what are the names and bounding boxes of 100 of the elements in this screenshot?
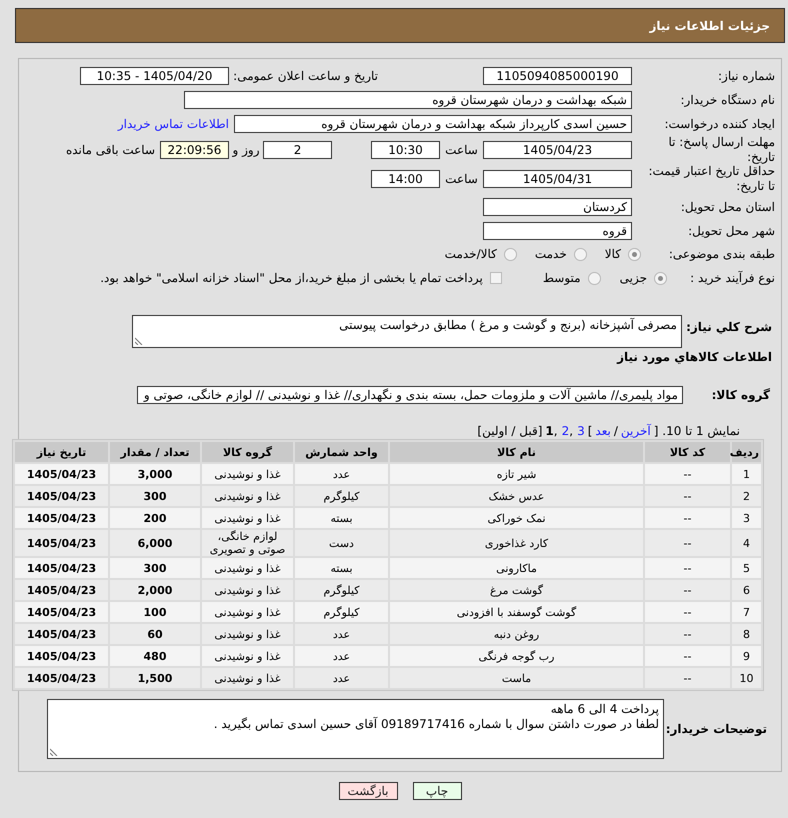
table-cell: غذا و نوشیدنی [202,486,293,506]
table-cell: 1 [732,464,761,484]
province-field[interactable]: کردستان [483,198,632,216]
deadline-time-field[interactable]: 10:30 [371,141,440,159]
page-link[interactable]: 2 [562,424,570,438]
remaining-time-field[interactable]: 22:09:56 [160,141,229,159]
field-label: نوع فرآیند خرید : [689,270,775,286]
table-cell: 100 [110,602,200,622]
table-cell: نمک خوراکی [390,508,643,528]
column-header: تعداد / مقدار [110,442,200,462]
table-cell: 3 [732,508,761,528]
pagination-text: , [569,424,574,438]
table-cell: 1,500 [110,668,200,688]
resize-grip-icon[interactable] [135,337,143,345]
goods-group-field[interactable]: مواد پلیمری// ماشین آلات و ملزومات حمل، بسته بندی و نگهداری// غذا و نوشیدنی // لوازم خانگی، صوتی و [137,386,683,404]
table-cell: -- [645,558,730,578]
validity-time-field[interactable]: 14:00 [371,170,440,188]
field-label: ساعت [444,172,479,186]
table-cell: 1405/04/23 [15,530,108,556]
checkbox-option[interactable]: پرداخت تمام یا بخشی از مبلغ خرید،از محل "اسناد خزانه اسلامی" خواهد بود. [100,271,502,285]
city-field[interactable]: قروه [483,222,632,240]
field-label: ساعت [444,143,479,157]
table-cell: 480 [110,646,200,666]
table-cell: عدد [295,624,388,644]
radio-option[interactable]: جزیی [620,271,667,285]
announce-date-field[interactable]: 1405/04/20 - 10:35 [80,67,229,85]
requester-field[interactable]: حسین اسدی کارپرداز شبکه بهداشت و درمان شهرستان قروه [234,115,632,133]
column-header: نام کالا [390,442,643,462]
table-cell: 2 [732,486,761,506]
field-label: تاریخ و ساعت اعلان عمومی: [232,69,378,83]
table-cell: ماکارونی [390,558,643,578]
table-cell: 300 [110,486,200,506]
field-label: نام دستگاه خریدار: [680,92,775,108]
table-cell: رب گوجه فرنگی [390,646,643,666]
table-cell: غذا و نوشیدنی [202,508,293,528]
table-cell: 7 [732,602,761,622]
pagination-text: / [614,424,618,438]
table-cell: 8 [732,624,761,644]
deadline-date-field[interactable]: 1405/04/23 [483,141,632,159]
contact-link[interactable]: اطلاعات تماس خریدار [118,117,229,131]
buyer-notes-field[interactable]: پرداخت 4 الی 6 ماهه لطفا در صورت داشتن سوال با شماره 09189717416 آقای حسین اسدی تماس بگیرید . [47,699,664,759]
table-cell: 1405/04/23 [15,602,108,622]
table-cell: -- [645,624,730,644]
column-header: گروه کالا [202,442,293,462]
table-cell: غذا و نوشیدنی [202,602,293,622]
table-cell: -- [645,646,730,666]
field-label: حداقل تاریخ اعتبار قیمت: تا تاریخ: [647,164,775,194]
table-cell: -- [645,602,730,622]
table-cell: غذا و نوشیدنی [202,580,293,600]
buyer-org-field[interactable]: شبکه بهداشت و درمان شهرستان قروه [184,91,632,109]
table-cell: -- [645,486,730,506]
page-link[interactable]: بعد [595,424,611,438]
table-cell: دست [295,530,388,556]
table-cell: بسته [295,508,388,528]
field-label: استان محل تحویل: [680,200,775,214]
field-label: شهر محل تحویل: [687,224,775,238]
column-header: ردیف [732,442,761,462]
print-button[interactable]: چاپ [412,782,462,800]
table-cell: 2,000 [110,580,200,600]
table-cell: کارد غذاخوری [390,530,643,556]
table-cell: غذا و نوشیدنی [202,646,293,666]
radio-option[interactable]: خدمت [534,247,587,261]
page-link[interactable]: 3 [577,424,585,438]
field-label: ساعت باقی مانده [66,143,155,157]
description-field[interactable]: مصرفی آشپزخانه (برنج و گوشت و مرغ ) مطابق درخواست پیوستی [132,315,682,348]
table-cell: بسته [295,558,388,578]
pagination-text: [قبل / اولین] [477,424,542,438]
field-label: شماره نیاز: [717,68,775,84]
table-cell: کیلوگرم [295,486,388,506]
table-cell: 1405/04/23 [15,668,108,688]
table-cell: غذا و نوشیدنی [202,668,293,688]
table-cell: 200 [110,508,200,528]
table-cell: 1405/04/23 [15,508,108,528]
pagination-text: ] [588,424,592,438]
radio-option[interactable]: متوسط [542,271,601,285]
field-label: شرح کلي نیاز: [685,319,772,334]
table-cell: 1405/04/23 [15,464,108,484]
current-page: 1 [545,424,554,438]
table-cell: 3,000 [110,464,200,484]
table-cell: غذا و نوشیدنی [202,464,293,484]
days-field[interactable]: 2 [263,141,332,159]
table-cell: -- [645,668,730,688]
field-label: طبقه بندی موضوعی: [668,246,775,262]
validity-date-field[interactable]: 1405/04/31 [483,170,632,188]
column-header: واحد شمارش [295,442,388,462]
radio-option[interactable]: کالا/خدمت [444,247,517,261]
table-cell: شیر تازه [390,464,643,484]
table-cell: -- [645,508,730,528]
page-link[interactable]: آخرین [620,424,651,438]
table-cell: 1405/04/23 [15,646,108,666]
resize-grip-icon[interactable] [50,748,58,756]
field-label: ایجاد کننده درخواست: [663,116,775,132]
need-number-field[interactable]: 1105094085000190 [483,67,632,85]
table-cell: روغن دنبه [390,624,643,644]
table-cell: 6 [732,580,761,600]
radio-option[interactable]: کالا [604,247,641,261]
back-button[interactable]: بازگشت [338,782,398,800]
table-cell: 1405/04/23 [15,624,108,644]
table-cell: غذا و نوشیدنی [202,558,293,578]
table-cell: ماست [390,668,643,688]
